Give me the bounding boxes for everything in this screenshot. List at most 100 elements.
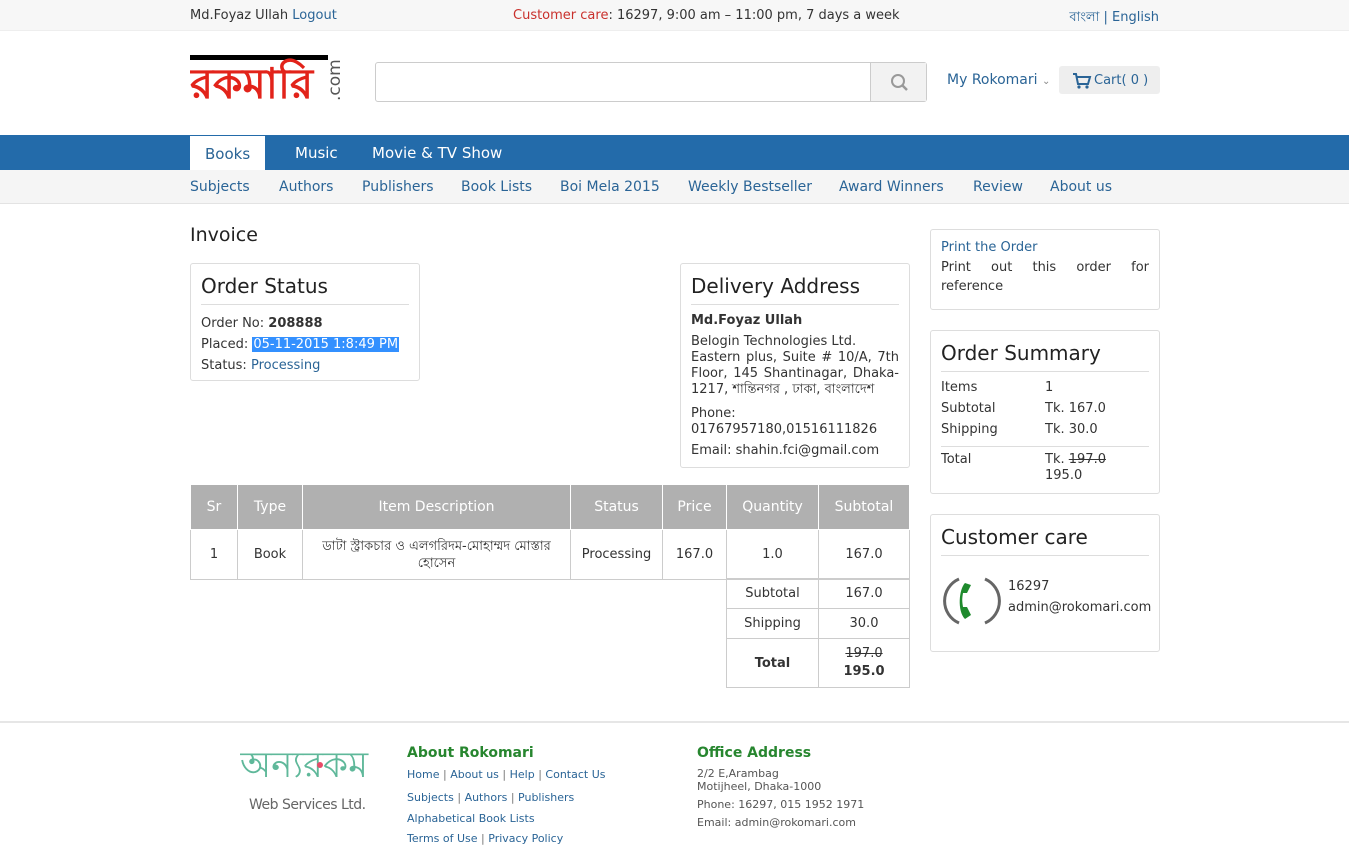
- cell-sr: 1: [190, 529, 238, 580]
- delivery-email-label: Email:: [691, 443, 732, 458]
- subnav-subjects[interactable]: Subjects: [190, 179, 250, 195]
- anyorokom-logo: অন্যরকম Web Services Ltd.: [239, 735, 375, 815]
- cell-subtotal: 167.0: [818, 529, 910, 580]
- lang-bangla-link[interactable]: বাংলা: [1069, 10, 1099, 25]
- summary-subtotal-row: Subtotal Tk. 167.0: [941, 401, 1149, 422]
- order-no-row: Order No: 208888: [201, 313, 409, 334]
- delivery-company: Belogin Technologies Ltd.: [691, 334, 857, 349]
- footer-links-row-4: Terms of Use | Privacy Policy: [407, 832, 564, 845]
- delivery-email: shahin.fci@gmail.com: [735, 443, 880, 458]
- footer-link-alpha-lists[interactable]: Alphabetical Book Lists: [407, 812, 535, 825]
- subnav-about-us[interactable]: About us: [1050, 179, 1112, 195]
- delivery-email-row: Email: shahin.fci@gmail.com: [691, 443, 899, 459]
- table-header-row: Sr Type Item Description Status Price Qu…: [190, 484, 910, 530]
- summary-shipping-value: Tk. 30.0: [1045, 422, 1098, 437]
- footer-link-privacy[interactable]: Privacy Policy: [488, 832, 563, 845]
- page-title: Invoice: [190, 224, 258, 246]
- search-input[interactable]: [376, 63, 870, 101]
- chevron-down-icon: ⌄: [1041, 76, 1051, 87]
- subnav-weekly-bestseller[interactable]: Weekly Bestseller: [688, 179, 812, 195]
- col-description: Item Description: [302, 484, 571, 530]
- tab-music[interactable]: Music: [295, 135, 338, 170]
- summary-items-label: Items: [941, 380, 978, 395]
- my-rokomari-dropdown[interactable]: My Rokomari ⌄: [947, 72, 1050, 88]
- summary-total-label: Total: [941, 452, 972, 467]
- status-value: Processing: [250, 358, 321, 373]
- sub-nav: Subjects Authors Publishers Book Lists B…: [0, 170, 1349, 204]
- cart-label: Cart( 0 ): [1094, 73, 1149, 88]
- placed-value: 05-11-2015 1:8:49 PM: [252, 337, 400, 352]
- col-price: Price: [662, 484, 727, 530]
- phone-icon: [943, 573, 1001, 635]
- office-email: Email: admin@rokomari.com: [697, 816, 856, 829]
- subnav-award-winners[interactable]: Award Winners: [839, 179, 944, 195]
- subnav-publishers[interactable]: Publishers: [362, 179, 434, 195]
- footer-link-about[interactable]: About us: [450, 768, 499, 781]
- care-email: admin@rokomari.com: [1008, 600, 1152, 615]
- office-line-2: Motijheel, Dhaka-1000: [697, 780, 822, 793]
- footer-logo-sub: Web Services Ltd.: [249, 797, 366, 813]
- logout-link[interactable]: Logout: [292, 8, 337, 23]
- top-bar: Md.Foyaz Ullah Logout Customer care: 162…: [0, 0, 1349, 31]
- customer-care-box: Customer care 16297 admin@rokomari.com: [930, 514, 1160, 652]
- print-order-link[interactable]: Print the Order: [941, 240, 1149, 255]
- col-subtotal: Subtotal: [818, 484, 910, 530]
- order-no-value: 208888: [268, 316, 323, 331]
- footer-link-terms[interactable]: Terms of Use: [407, 832, 478, 845]
- my-rokomari-label: My Rokomari: [947, 72, 1038, 88]
- cell-status: Processing: [570, 529, 663, 580]
- totals-shipping-label: Shipping: [726, 608, 819, 639]
- order-summary-box: Order Summary Items 1 Subtotal Tk. 167.0…: [930, 330, 1160, 494]
- tab-books[interactable]: Books: [190, 136, 266, 171]
- footer-link-subjects[interactable]: Subjects: [407, 791, 454, 804]
- subnav-review[interactable]: Review: [973, 179, 1023, 195]
- totals-table: Subtotal 167.0 Shipping 30.0 Total 197.0…: [726, 578, 910, 688]
- col-sr: Sr: [190, 484, 238, 530]
- lang-english-link[interactable]: English: [1112, 10, 1159, 25]
- delivery-name: Md.Foyaz Ullah: [691, 313, 803, 328]
- summary-shipping-row: Shipping Tk. 30.0: [941, 422, 1149, 447]
- delivery-phone-label: Phone:: [691, 406, 736, 421]
- col-quantity: Quantity: [726, 484, 819, 530]
- delivery-heading: Delivery Address: [691, 274, 899, 305]
- summary-items-value: 1: [1045, 380, 1054, 395]
- summary-subtotal-label: Subtotal: [941, 401, 996, 416]
- main-nav: Books Music Movie & TV Show: [0, 135, 1349, 171]
- customer-care-text: : 16297, 9:00 am – 11:00 pm, 7 days a we…: [608, 8, 900, 23]
- placed-label: Placed:: [201, 337, 249, 352]
- print-order-text: Print out this order for reference: [941, 260, 1149, 294]
- footer-link-help[interactable]: Help: [510, 768, 535, 781]
- subnav-authors[interactable]: Authors: [279, 179, 333, 195]
- table-row: 1 Book ডাটা স্ট্রাকচার ও এলগরিদম-মোহাম্ম…: [190, 529, 910, 580]
- subnav-boi-mela[interactable]: Boi Mela 2015: [560, 179, 660, 195]
- footer-link-authors[interactable]: Authors: [465, 791, 508, 804]
- footer-logo-text: অন্যরকম: [240, 745, 369, 786]
- cart-button[interactable]: Cart( 0 ): [1059, 66, 1160, 94]
- cell-price: 167.0: [662, 529, 727, 580]
- totals-total-value: 195.0: [843, 664, 885, 679]
- logo-com: .com: [325, 59, 345, 101]
- totals-subtotal-label: Subtotal: [726, 578, 819, 609]
- totals-total-row: Total 197.0 195.0: [726, 638, 910, 688]
- print-order-box: Print the Order Print out this order for…: [930, 229, 1160, 310]
- search-bar: [375, 62, 927, 102]
- footer-links-row-2: Subjects | Authors | Publishers: [407, 791, 575, 804]
- office-heading: Office Address: [697, 745, 812, 761]
- cell-description: ডাটা স্ট্রাকচার ও এলগরিদম-মোহাম্মদ মোস্ত…: [302, 529, 571, 580]
- summary-total-row: Total Tk. 197.0 195.0: [941, 452, 1149, 486]
- items-table: Sr Type Item Description Status Price Qu…: [190, 484, 910, 580]
- about-heading: About Rokomari: [407, 745, 534, 761]
- footer-link-contact[interactable]: Contact Us: [545, 768, 605, 781]
- rokomari-logo[interactable]: রকমারি .com: [188, 43, 350, 108]
- search-button[interactable]: [870, 63, 926, 101]
- customer-care-bar: Customer care: 16297, 9:00 am – 11:00 pm…: [513, 8, 900, 23]
- tab-movie-tv[interactable]: Movie & TV Show: [372, 135, 502, 170]
- status-label: Status:: [201, 358, 247, 373]
- totals-subtotal-row: Subtotal 167.0: [726, 578, 910, 609]
- subnav-book-lists[interactable]: Book Lists: [461, 179, 532, 195]
- totals-shipping-value: 30.0: [818, 608, 910, 639]
- order-status-heading: Order Status: [201, 274, 409, 305]
- footer-link-home[interactable]: Home: [407, 768, 439, 781]
- summary-total-old: 197.0: [1068, 452, 1106, 467]
- footer-link-publishers[interactable]: Publishers: [518, 791, 574, 804]
